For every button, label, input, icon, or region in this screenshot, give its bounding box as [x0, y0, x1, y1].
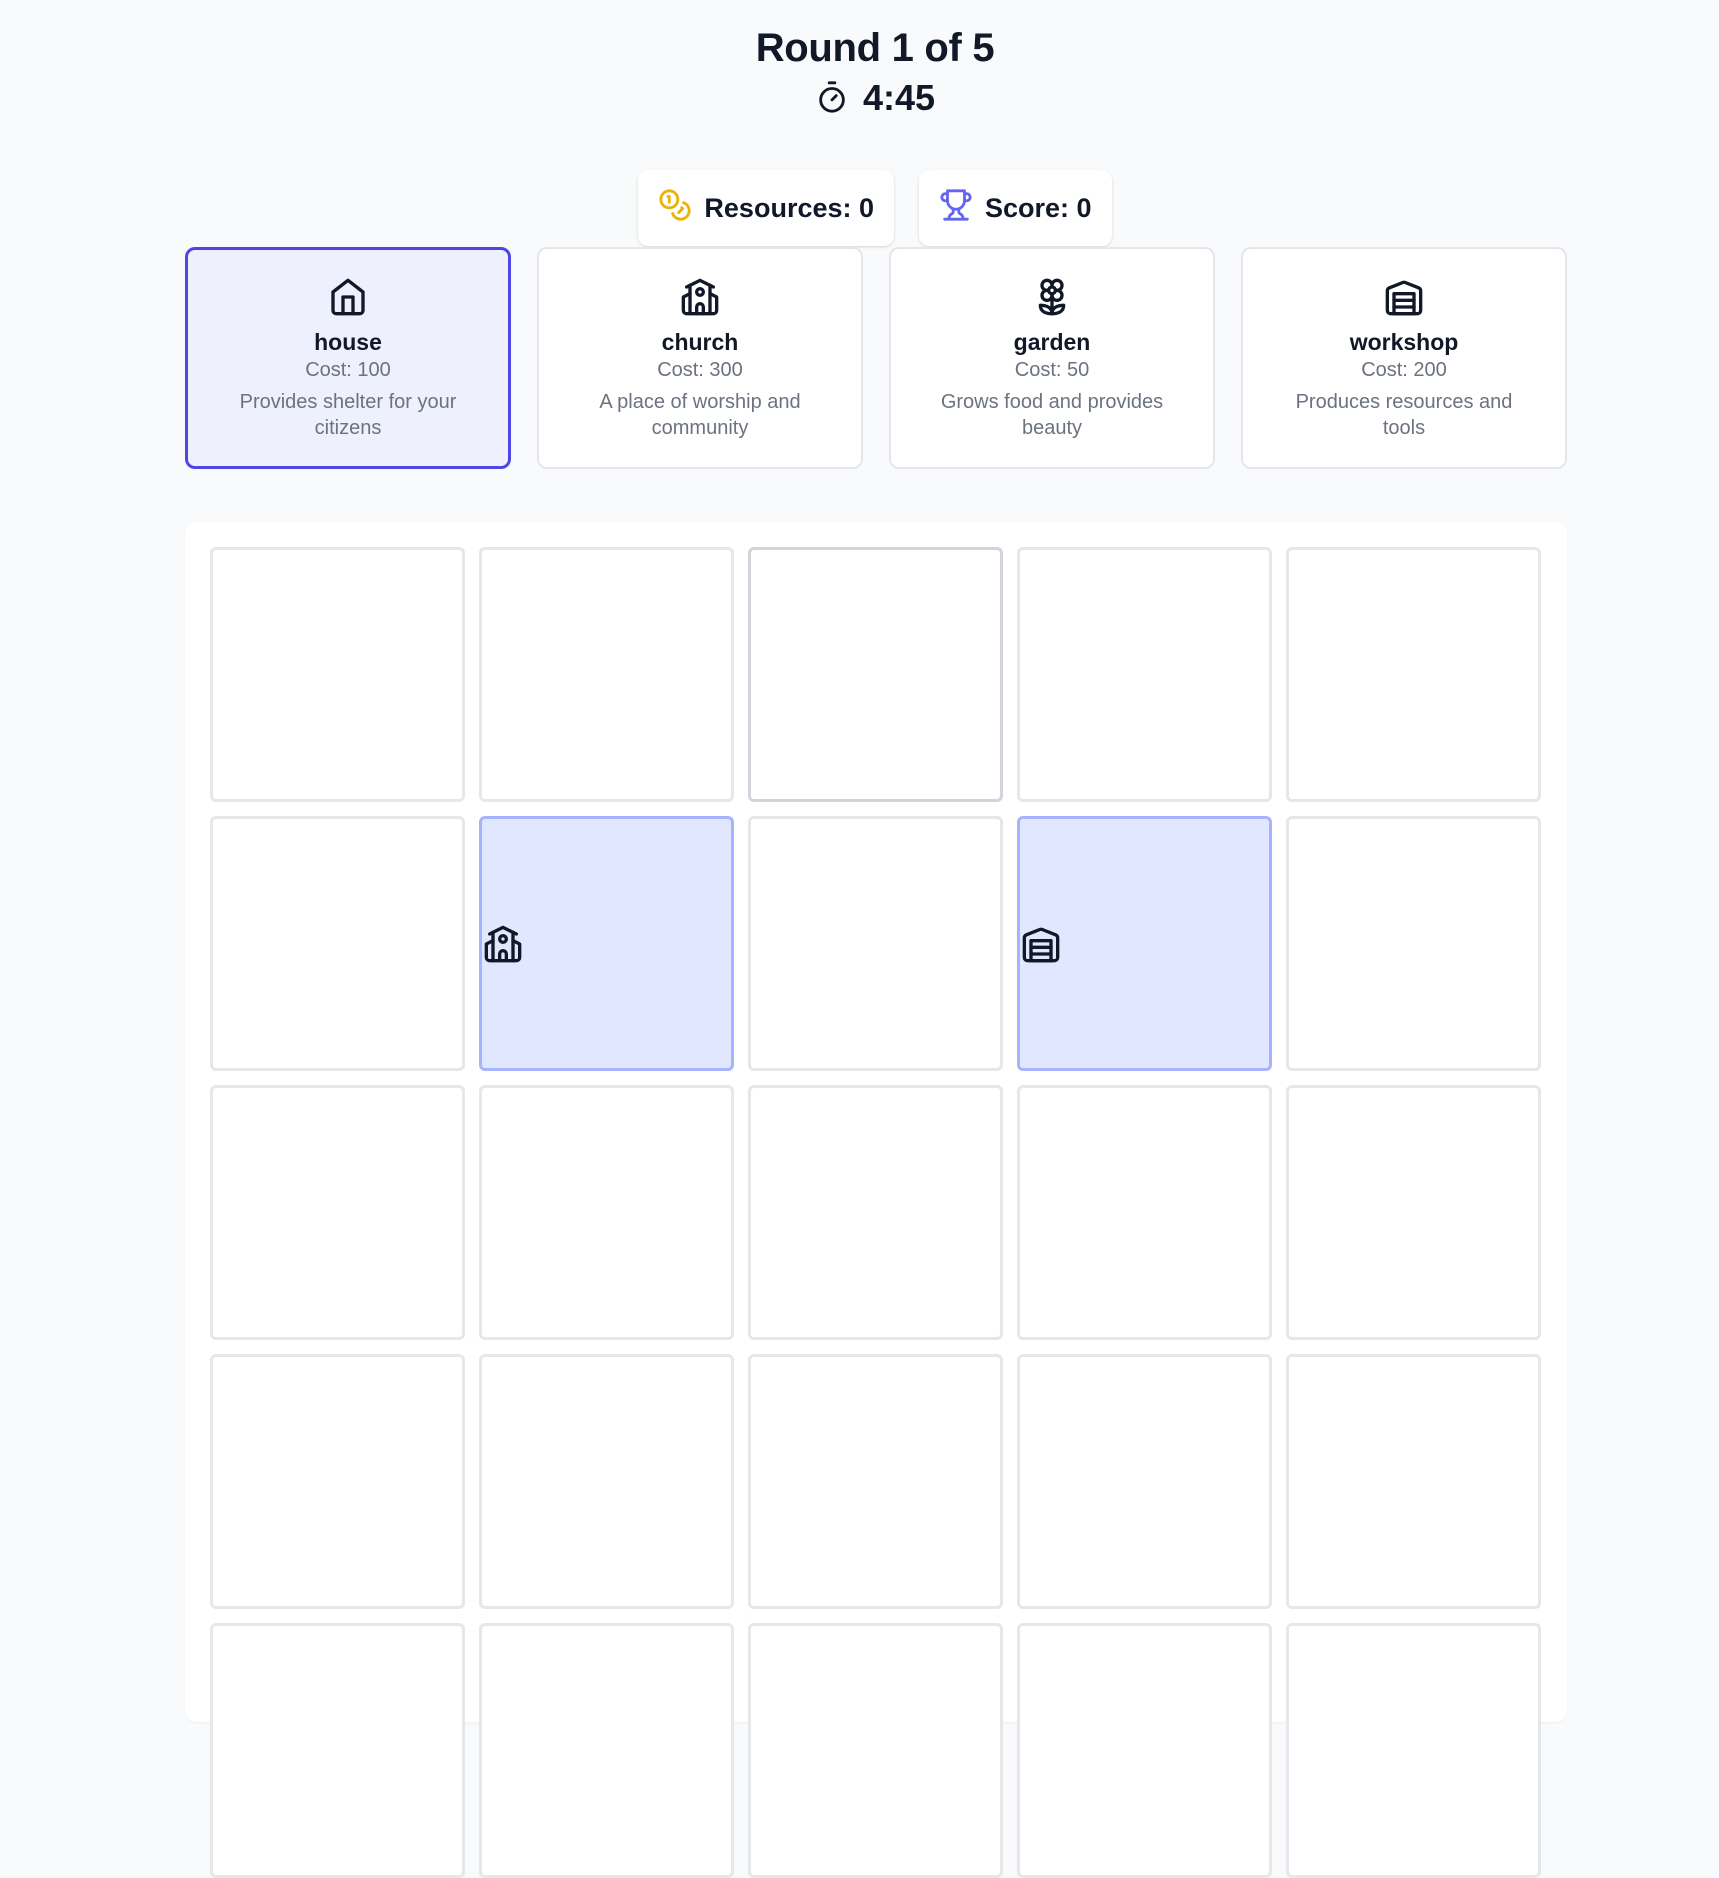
stats-bar: Resources: 0 Score: 0 [0, 170, 1719, 246]
board-cell[interactable] [748, 1354, 1003, 1609]
board-grid [210, 547, 1541, 1878]
building-card-garden[interactable]: garden Cost: 50 Grows food and provides … [889, 247, 1215, 469]
score-label: Score: 0 [985, 192, 1092, 223]
building-name: church [661, 329, 739, 355]
coins-icon [658, 188, 692, 229]
building-description: Produces resources and tools [1295, 391, 1513, 439]
board-cell[interactable] [1286, 1354, 1541, 1609]
house-icon [188, 277, 508, 322]
building-card-church[interactable]: church Cost: 300 A place of worship and … [537, 247, 863, 469]
stopwatch-icon [815, 78, 849, 119]
board-cell[interactable] [479, 1623, 734, 1878]
board-cell[interactable] [479, 1085, 734, 1340]
building-description: A place of worship and community [599, 391, 801, 439]
board-cell[interactable] [210, 1085, 465, 1340]
trophy-icon [939, 188, 973, 229]
board-cell[interactable] [1017, 1623, 1272, 1878]
board-cell[interactable] [748, 816, 1003, 1071]
building-cost: Cost: 50 [1014, 359, 1090, 381]
resources-counter: Resources: 0 [638, 170, 895, 246]
building-cost: Cost: 300 [657, 359, 743, 381]
board-cell[interactable] [210, 816, 465, 1071]
board-cell[interactable] [748, 1623, 1003, 1878]
building-description: Provides shelter for your citizens [239, 391, 457, 439]
board-cell[interactable] [1286, 816, 1541, 1071]
warehouse-icon [1021, 924, 1061, 964]
game-header: Round 1 of 5 4:45 [0, 22, 1719, 122]
board-cell-church[interactable] [479, 816, 734, 1071]
building-card-house[interactable]: house Cost: 100 Provides shelter for you… [185, 247, 511, 469]
board-cell[interactable] [479, 547, 734, 802]
board-cell[interactable] [1286, 1085, 1541, 1340]
warehouse-icon [1243, 277, 1565, 322]
board-cell-workshop[interactable] [1017, 816, 1272, 1071]
board-cell[interactable] [748, 1085, 1003, 1340]
timer-value: 4:45 [862, 77, 936, 118]
building-name: garden [1013, 329, 1091, 355]
building-cost: Cost: 100 [305, 359, 391, 381]
round-indicator: Round 1 of 5 [755, 26, 995, 70]
building-cost: Cost: 200 [1361, 359, 1447, 381]
board-cell[interactable] [210, 547, 465, 802]
church-icon [483, 924, 523, 964]
board-cell[interactable] [1017, 1354, 1272, 1609]
church-icon [539, 277, 861, 322]
board-cell[interactable] [210, 1623, 465, 1878]
building-selector: house Cost: 100 Provides shelter for you… [185, 247, 1567, 469]
game-board [185, 522, 1567, 1878]
building-name: house [314, 329, 382, 355]
building-card-workshop[interactable]: workshop Cost: 200 Produces resources an… [1241, 247, 1567, 469]
timer: 4:45 [0, 74, 1719, 122]
board-cell[interactable] [479, 1354, 734, 1609]
board-cell[interactable] [1286, 547, 1541, 802]
resources-label: Resources: 0 [704, 192, 875, 223]
building-description: Grows food and provides beauty [940, 391, 1164, 439]
board-cell[interactable] [748, 547, 1003, 802]
board-cell[interactable] [210, 1354, 465, 1609]
board-cell[interactable] [1017, 547, 1272, 802]
flower-icon [891, 277, 1213, 322]
board-cell[interactable] [1286, 1623, 1541, 1878]
building-name: workshop [1349, 329, 1459, 355]
score-counter: Score: 0 [919, 170, 1112, 246]
board-cell[interactable] [1017, 1085, 1272, 1340]
